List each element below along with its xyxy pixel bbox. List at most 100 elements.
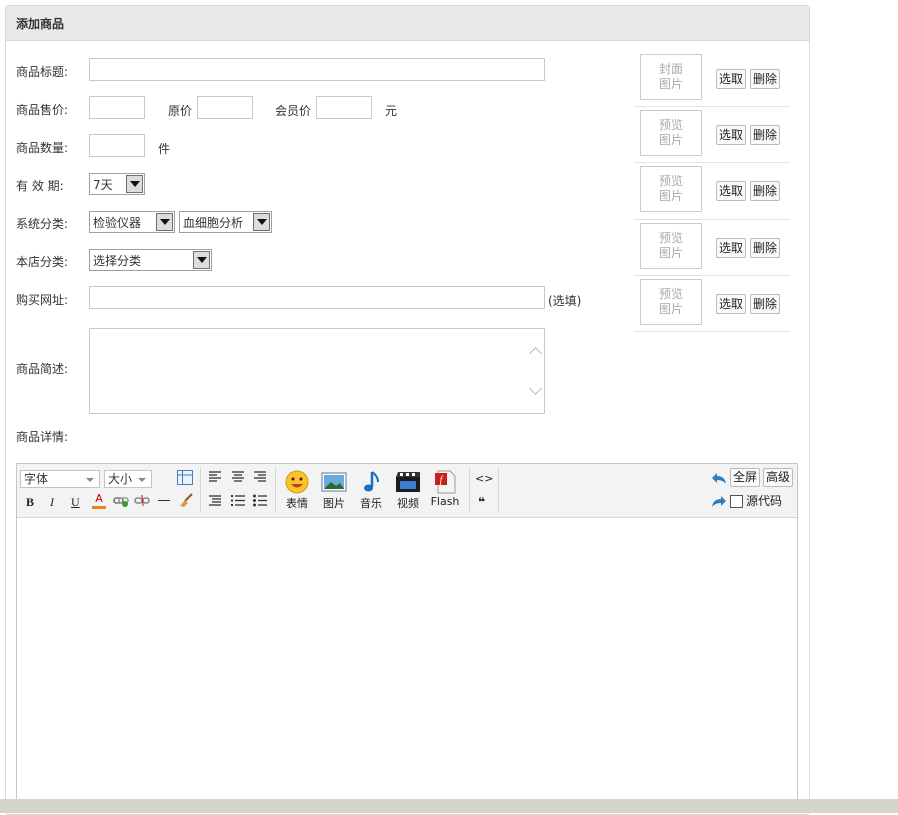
video-label: 视频: [397, 497, 419, 510]
panel-header: [6, 6, 809, 41]
music-button[interactable]: 音乐: [356, 470, 386, 511]
validity-label: 有 效 期:: [16, 179, 64, 193]
code-button[interactable]: <>: [475, 472, 493, 486]
toolbar-separator: [200, 468, 201, 512]
sys-cat-label: 系统分类:: [16, 217, 69, 231]
thumb-line1: 预览: [658, 174, 683, 188]
preview-image-slot[interactable]: 预览 图片: [640, 110, 702, 156]
sys-cat-2-value: 血细胞分析: [183, 216, 244, 230]
orig-price-input[interactable]: [197, 96, 253, 119]
buy-url-hint: (选填): [548, 294, 582, 308]
ordered-list-icon[interactable]: [231, 494, 245, 510]
scroll-down-icon[interactable]: [529, 382, 542, 395]
desc-textarea[interactable]: [89, 328, 545, 414]
align-left-icon[interactable]: [209, 471, 222, 486]
preview-image-slot[interactable]: 预览 图片: [640, 166, 702, 212]
divider: [634, 331, 790, 332]
thumb-line2: 图片: [658, 77, 683, 91]
thumb-line1: 预览: [658, 287, 683, 301]
title-label: 商品标题:: [16, 65, 69, 79]
image-label: 图片: [323, 497, 345, 510]
divider: [634, 106, 790, 107]
thumb-line1: 预览: [658, 118, 683, 132]
flash-button[interactable]: f Flash: [430, 470, 460, 508]
chevron-down-icon: [156, 213, 173, 231]
member-price-input[interactable]: [316, 96, 372, 119]
source-label: 源代码: [746, 494, 783, 508]
thumb-line2: 图片: [658, 133, 683, 147]
flash-icon: f: [435, 470, 456, 494]
divider: [634, 275, 790, 276]
pick-image-button[interactable]: 选取: [716, 69, 747, 89]
align-justify-icon[interactable]: [209, 495, 222, 510]
orig-price-label: 原价: [168, 104, 193, 118]
desc-label: 商品简述:: [16, 362, 69, 376]
clear-format-icon[interactable]: [178, 493, 194, 511]
validity-value: 7天: [93, 178, 113, 192]
sys-cat-select-2[interactable]: 血细胞分析: [179, 211, 272, 233]
source-checkbox[interactable]: [730, 495, 743, 508]
advanced-button[interactable]: 高级: [763, 468, 794, 487]
preview-image-slot[interactable]: 预览 图片: [640, 279, 702, 325]
divider: [634, 219, 790, 220]
unlink-icon[interactable]: [134, 494, 150, 511]
quote-button[interactable]: ❝: [478, 495, 485, 509]
video-button[interactable]: 视频: [393, 470, 423, 511]
horizontal-rule-icon[interactable]: [158, 500, 170, 501]
image-button[interactable]: 图片: [319, 470, 349, 511]
preview-image-slot[interactable]: 预览 图片: [640, 223, 702, 269]
font-select[interactable]: 字体: [20, 470, 100, 488]
qty-label: 商品数量:: [16, 141, 69, 155]
size-select[interactable]: 大小: [104, 470, 152, 488]
yuan-unit: 元: [385, 104, 398, 118]
detail-label: 商品详情:: [16, 430, 69, 444]
thumb-line2: 图片: [658, 302, 683, 316]
delete-image-button[interactable]: 删除: [750, 294, 781, 314]
sys-cat-1-value: 检验仪器: [93, 216, 142, 230]
align-right-icon[interactable]: [254, 471, 267, 486]
price-label: 商品售价:: [16, 103, 69, 117]
undo-icon[interactable]: [711, 472, 727, 488]
panel-title: 添加商品: [16, 17, 65, 31]
sys-cat-select-1[interactable]: 检验仪器: [89, 211, 175, 233]
delete-image-button[interactable]: 删除: [750, 125, 781, 145]
link-icon[interactable]: [113, 494, 129, 511]
price-input[interactable]: [89, 96, 145, 119]
bold-button[interactable]: B: [26, 495, 34, 509]
scroll-up-icon[interactable]: [529, 347, 542, 360]
rich-text-editor: 字体 大小 B I U A 表情 图片 音乐 视频 f Flash <> ❝ 全…: [16, 463, 798, 813]
thumb-line2: 图片: [658, 189, 683, 203]
editor-toolbar: 字体 大小 B I U A 表情 图片 音乐 视频 f Flash <> ❝ 全…: [17, 464, 797, 518]
underline-button[interactable]: U: [71, 495, 80, 509]
delete-image-button[interactable]: 删除: [750, 69, 781, 89]
qty-input[interactable]: [89, 134, 145, 157]
buy-url-input[interactable]: [89, 286, 545, 309]
cover-image-slot[interactable]: 封面 图片: [640, 54, 702, 100]
chevron-down-icon: [253, 213, 270, 231]
italic-button[interactable]: I: [50, 495, 54, 509]
align-center-icon[interactable]: [232, 471, 245, 486]
unordered-list-icon[interactable]: [253, 494, 267, 510]
font-color-button[interactable]: A: [92, 492, 106, 509]
music-note-icon: [364, 471, 379, 492]
pick-image-button[interactable]: 选取: [716, 181, 747, 201]
toolbar-separator: [469, 468, 470, 512]
pick-image-button[interactable]: 选取: [716, 294, 747, 314]
thumb-line2: 图片: [658, 246, 683, 260]
delete-image-button[interactable]: 删除: [750, 181, 781, 201]
pick-image-button[interactable]: 选取: [716, 125, 747, 145]
toolbar-separator: [498, 468, 499, 512]
bottom-bar: [0, 799, 898, 813]
shop-cat-label: 本店分类:: [16, 255, 69, 269]
emotion-button[interactable]: 表情: [282, 470, 312, 511]
pick-image-button[interactable]: 选取: [716, 238, 747, 258]
title-input[interactable]: [89, 58, 545, 81]
delete-image-button[interactable]: 删除: [750, 238, 781, 258]
member-price-label: 会员价: [275, 104, 312, 118]
validity-select[interactable]: 7天: [89, 173, 145, 195]
redo-icon[interactable]: [711, 495, 727, 511]
shop-cat-select[interactable]: 选择分类: [89, 249, 212, 271]
table-icon[interactable]: [177, 470, 193, 488]
fullscreen-button[interactable]: 全屏: [730, 468, 761, 487]
editor-content-area[interactable]: [17, 518, 797, 812]
